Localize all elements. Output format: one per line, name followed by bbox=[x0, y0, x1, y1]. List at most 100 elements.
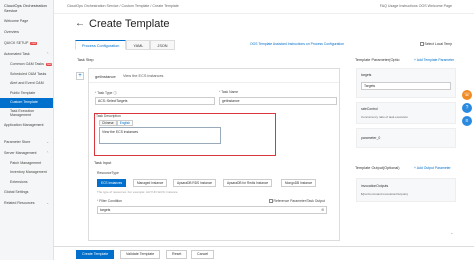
task-description-section: Task Description Chinese English View th… bbox=[94, 113, 276, 156]
tab-english[interactable]: English bbox=[116, 120, 134, 126]
sidebar-item-label: Patch Management bbox=[10, 160, 42, 165]
param-name: parameter_0 bbox=[361, 136, 381, 140]
step-card: getInstance View the ECS instances * Tas… bbox=[88, 68, 340, 241]
sidebar-item-label: Server Management bbox=[4, 150, 37, 155]
validate-template-button[interactable]: Validate Template bbox=[120, 250, 161, 259]
sidebar-item-label: Application Management bbox=[4, 122, 44, 127]
task-type-field[interactable]: ACS::SelectTargets bbox=[95, 97, 215, 105]
back-arrow-icon[interactable]: ← bbox=[75, 18, 85, 29]
filter-condition-label: * Filter Condition bbox=[97, 199, 123, 203]
param-value-field[interactable]: Targets bbox=[361, 82, 451, 90]
param-name: rateControl bbox=[361, 107, 378, 111]
tab-yaml[interactable]: YAML bbox=[126, 40, 151, 50]
sidebar-item-scheduled-tasks[interactable]: Scheduled O&M Tasks bbox=[0, 70, 53, 80]
sidebar: CloudOps Orchestration Service Welcome P… bbox=[0, 0, 54, 260]
add-output-parameter-link[interactable]: + Add Output Parameter bbox=[414, 166, 451, 170]
sidebar-item-extensions[interactable]: Extensions bbox=[0, 178, 53, 188]
tab-json[interactable]: JSON bbox=[150, 40, 175, 50]
tab-chinese[interactable]: Chinese bbox=[99, 120, 117, 126]
sidebar-item-label: Alert and Event O&M bbox=[10, 81, 44, 85]
sidebar-item-label: Extensions bbox=[10, 179, 28, 184]
cancel-button[interactable]: Cancel bbox=[191, 250, 215, 259]
task-name-label: * Task Name bbox=[219, 90, 239, 94]
reference-parameter-toggle[interactable]: Reference Parameter/Task Output bbox=[269, 199, 325, 203]
param-card-targets[interactable]: targets Targets bbox=[356, 68, 456, 98]
sidebar-item-task-execution[interactable]: Task Execution Management bbox=[0, 108, 53, 120]
bottom-action-bar: Create Template Validate Template Reset … bbox=[54, 246, 474, 260]
resource-type-ecs[interactable]: ECS Instances bbox=[97, 179, 127, 187]
param-name: targets bbox=[361, 73, 372, 77]
top-links[interactable]: FAQ Usage Instructions OOS Welcome Page bbox=[380, 4, 452, 8]
resource-type-help: The type of resources. For example: ALIY… bbox=[97, 190, 178, 194]
param-value: Concurrency ratio of task execution bbox=[361, 115, 409, 119]
chevron-down-icon: ⌄ bbox=[46, 139, 49, 144]
tab-process-configuration[interactable]: Process Configuration bbox=[75, 40, 127, 50]
sidebar-item-public-template[interactable]: Public Template bbox=[0, 89, 53, 99]
breadcrumb[interactable]: CloudOps Orchestration Service / Custom … bbox=[67, 4, 179, 8]
language-tabs: Chinese English bbox=[99, 120, 134, 126]
sidebar-item-label: Related Resources bbox=[4, 201, 35, 205]
create-template-button[interactable]: Create Template bbox=[76, 250, 115, 259]
template-output-title: Template Output(Optional) bbox=[355, 166, 400, 170]
param-card-ratecontrol[interactable]: rateControl Concurrency ratio of task ex… bbox=[356, 102, 456, 124]
add-step-icon[interactable]: + bbox=[76, 72, 84, 80]
sidebar-item-parameter-store[interactable]: Parameter Store ⌄ bbox=[0, 137, 53, 148]
sidebar-item-quick-setup[interactable]: QUICK SETUP new bbox=[0, 38, 53, 49]
chat-icon[interactable]: ☏ bbox=[462, 90, 472, 100]
task-type-label: * Task Type ⓘ bbox=[95, 91, 117, 95]
sidebar-item-server-management[interactable]: Server Management ⌃ bbox=[0, 148, 53, 159]
scroll-up-icon[interactable]: ⌃ bbox=[450, 232, 453, 237]
resource-type-label: ResourceType bbox=[97, 171, 119, 175]
task-step-label: Task Step bbox=[77, 58, 94, 62]
sidebar-item-application[interactable]: Application Management bbox=[0, 120, 53, 131]
add-template-parameter-link[interactable]: + Add Template Parameter bbox=[414, 58, 454, 62]
sidebar-item-global-settings[interactable]: Global Settings bbox=[0, 187, 53, 198]
sidebar-item-patch[interactable]: Patch Management bbox=[0, 159, 53, 169]
sidebar-item-related-resources[interactable]: Related Resources ⌄ bbox=[0, 198, 53, 209]
help-icon[interactable]: ? bbox=[462, 103, 472, 113]
resource-type-redis[interactable]: ApsaraDB for Redis Instance bbox=[223, 179, 273, 187]
sidebar-item-welcome[interactable]: Welcome Page bbox=[0, 16, 53, 27]
sidebar-item-label: Parameter Store bbox=[4, 139, 31, 144]
sidebar-item-automated-task[interactable]: Automated Task ⌃ bbox=[0, 49, 53, 60]
filter-condition-field[interactable]: targets bbox=[97, 206, 327, 214]
resource-type-managed[interactable]: Managed Instance bbox=[133, 179, 168, 187]
checkbox-icon[interactable] bbox=[420, 42, 424, 46]
task-name-field[interactable]: getInstance bbox=[219, 97, 337, 105]
sidebar-item-overview[interactable]: Overview bbox=[0, 27, 53, 38]
output-card-invocation[interactable]: invocationOutputs ${runCommand.invocatio… bbox=[356, 178, 456, 202]
resource-type-mongodb[interactable]: MongoDB Instance bbox=[281, 179, 317, 187]
checkbox-icon[interactable] bbox=[269, 199, 273, 203]
resource-type-rds[interactable]: ApsaraDB RDS Instance bbox=[173, 179, 217, 187]
sidebar-item-label: Task Execution Management bbox=[10, 108, 35, 117]
new-badge: new bbox=[45, 62, 53, 66]
sidebar-item-label: QUICK SETUP bbox=[4, 41, 29, 45]
param-card-parameter-0[interactable]: parameter_0 bbox=[356, 128, 456, 148]
sidebar-item-label: Welcome Page bbox=[4, 19, 29, 23]
sidebar-item-inventory[interactable]: Inventory Management bbox=[0, 168, 53, 178]
toolbar-links[interactable]: OOS Template Assistant Instructions on P… bbox=[250, 42, 344, 46]
sidebar-item-alert-event[interactable]: Alert and Event O&M bbox=[0, 79, 53, 89]
sidebar-item-common-tasks[interactable]: Common O&M Tasks new bbox=[0, 60, 53, 70]
step-header[interactable]: getInstance View the ECS instances bbox=[89, 69, 339, 83]
select-local-template[interactable]: Select Local Temp bbox=[420, 42, 452, 46]
reset-button[interactable]: Reset bbox=[166, 250, 188, 259]
config-tabs: Process Configuration YAML JSON bbox=[75, 40, 175, 50]
sidebar-item-custom-template[interactable]: Custom Template bbox=[0, 98, 53, 108]
template-parameter-title: Template Parameter(Optio bbox=[355, 58, 400, 62]
sidebar-item-label: Inventory Management bbox=[10, 170, 47, 174]
floating-toolbar: ☏ ? ≡ bbox=[462, 90, 474, 129]
sidebar-item-label: Common O&M Tasks bbox=[10, 62, 44, 66]
sidebar-item-label: Overview bbox=[4, 30, 19, 34]
sidebar-item-label: Custom Template bbox=[10, 100, 38, 104]
sidebar-title: CloudOps Orchestration Service bbox=[4, 3, 47, 13]
task-description-textarea[interactable]: View the ECS instances bbox=[99, 127, 221, 144]
step-name: getInstance bbox=[95, 74, 116, 79]
task-input-title: Task Input bbox=[94, 161, 112, 165]
task-description-label: Task Description bbox=[96, 114, 121, 118]
page-title: Create Template bbox=[89, 18, 170, 30]
document-icon[interactable]: ≡ bbox=[462, 116, 472, 126]
chevron-up-icon: ⌃ bbox=[46, 52, 49, 56]
clear-icon[interactable]: ⊗ bbox=[321, 207, 324, 212]
chevron-down-icon: ⌄ bbox=[46, 201, 49, 205]
